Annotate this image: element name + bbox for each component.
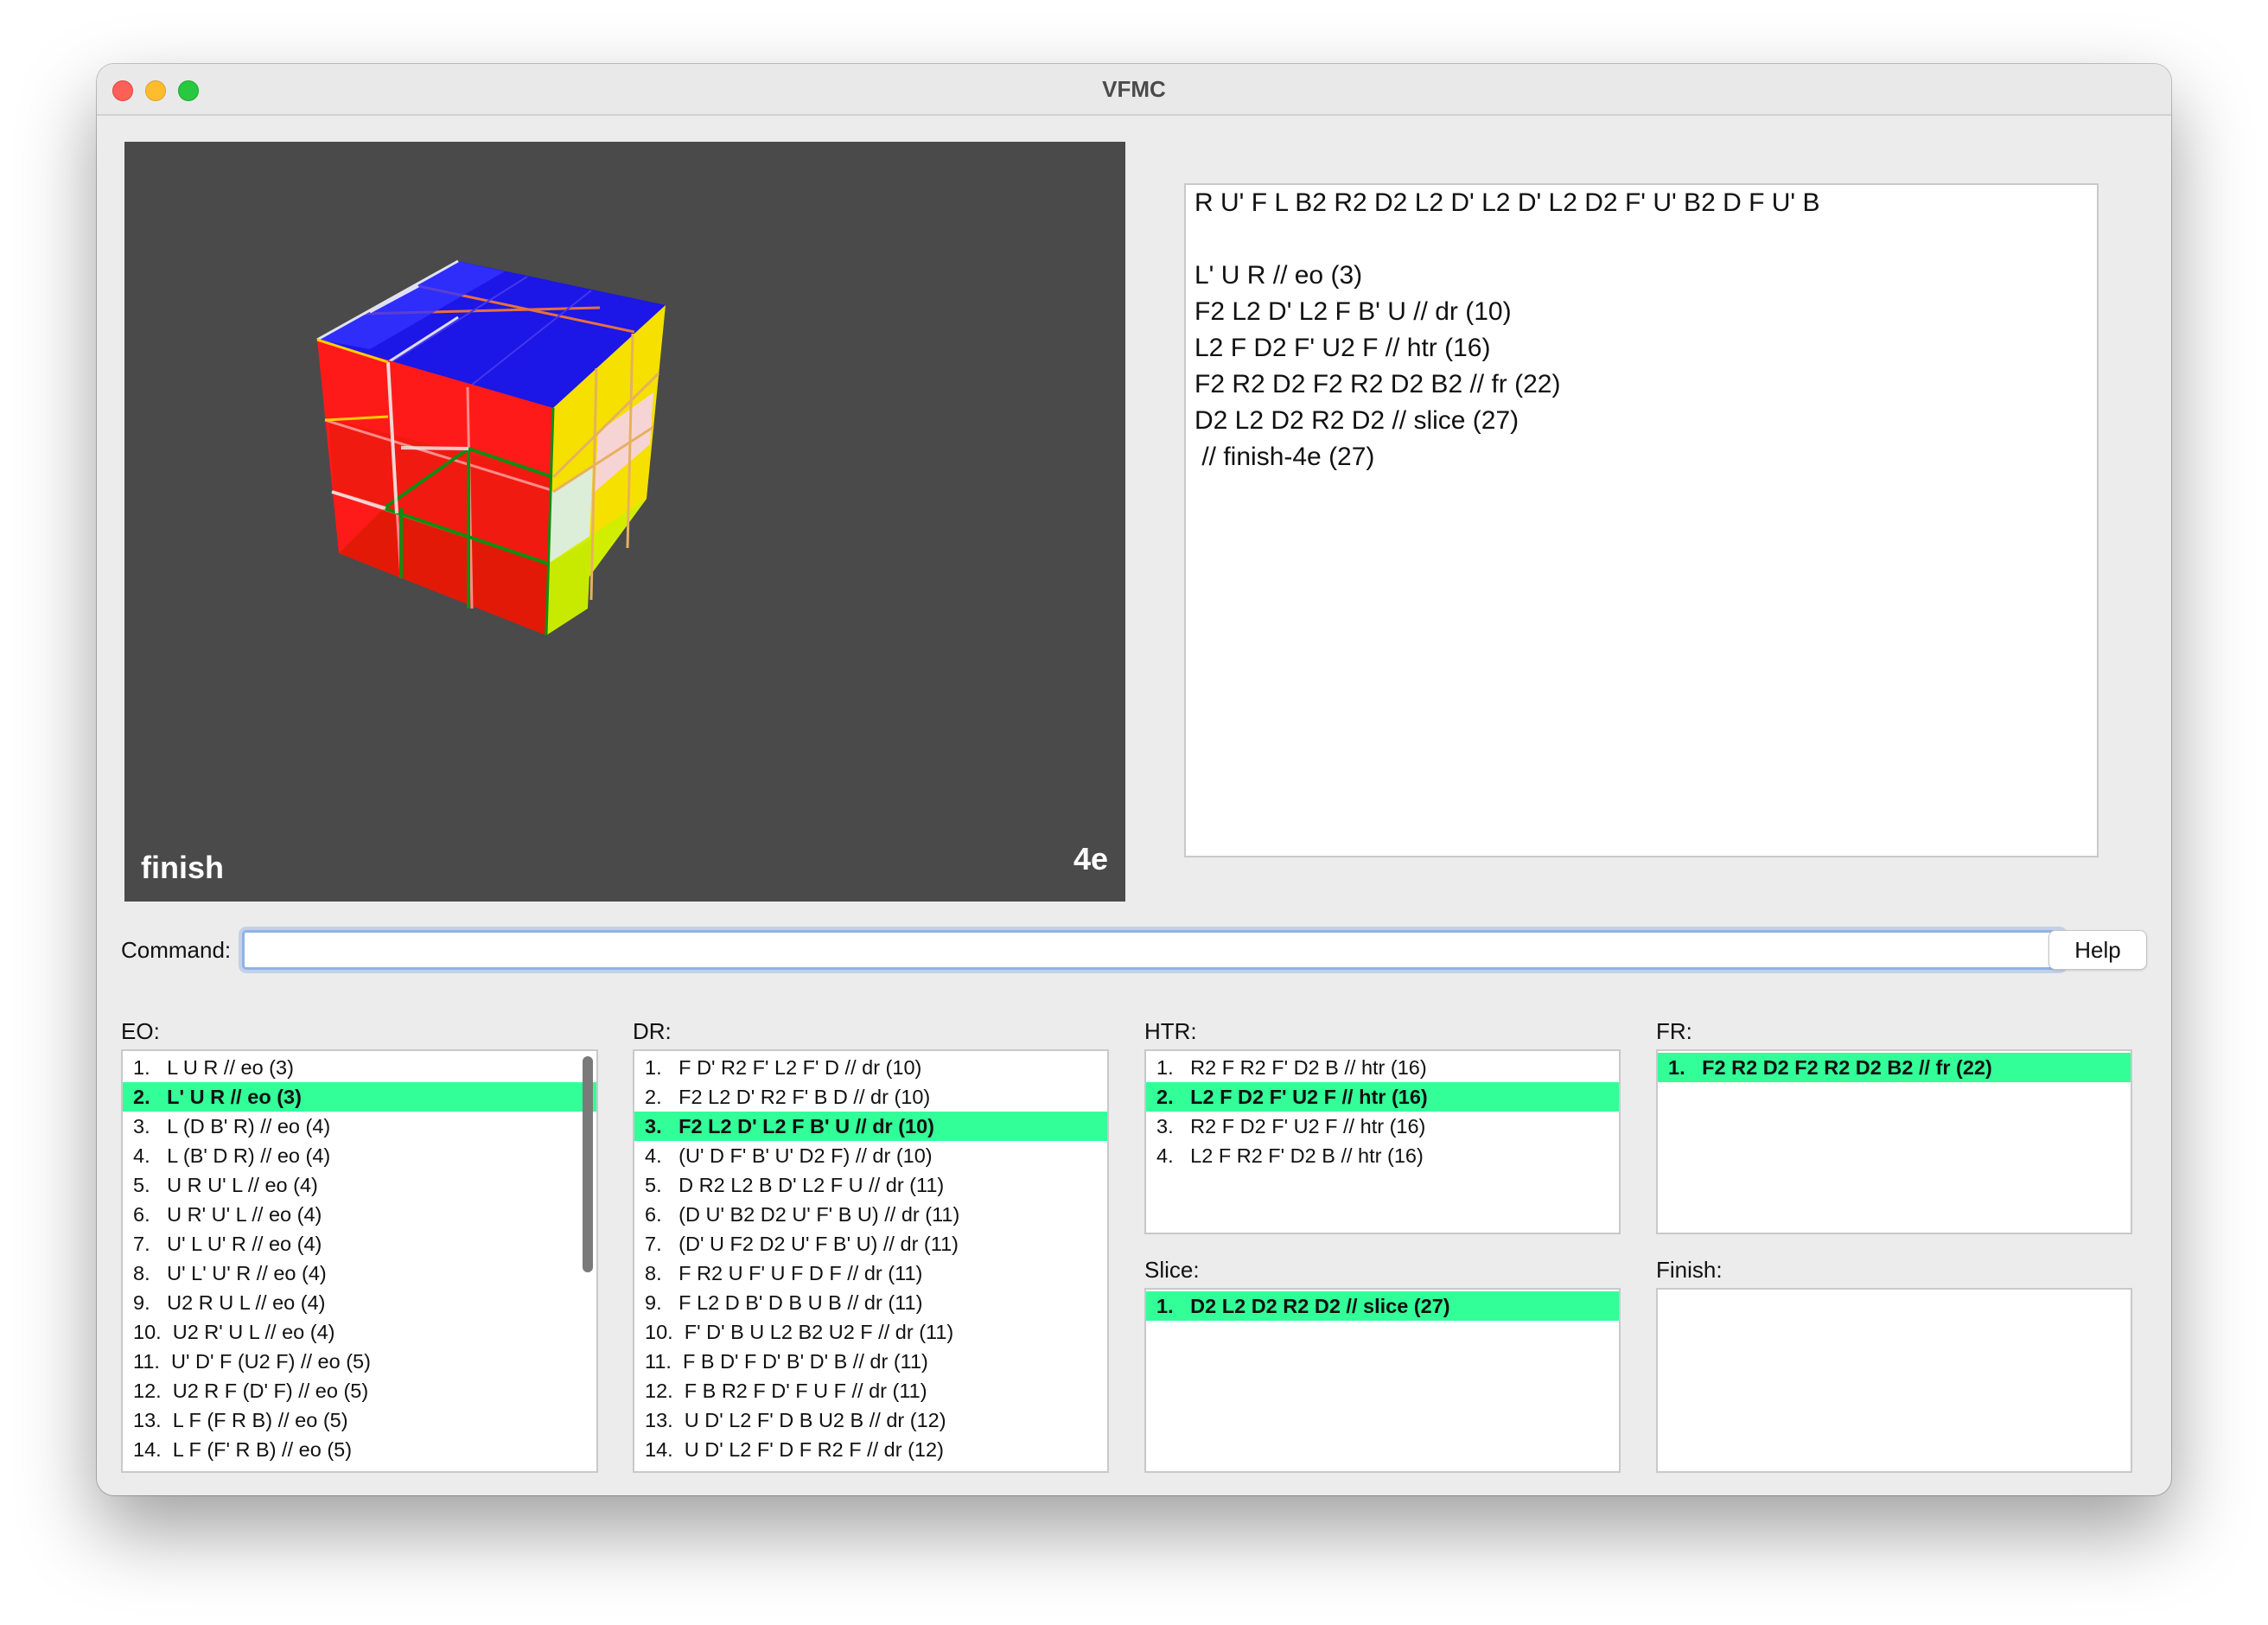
dr-list-item[interactable]: 10. F' D' B U L2 B2 U2 F // dr (11) [634,1317,1107,1347]
eo-list-item[interactable]: 1. L U R // eo (3) [123,1053,596,1082]
solution-line: F2 L2 D' L2 F B' U // dr (10) [1195,297,1512,326]
dr-list-item[interactable]: 5. D R2 L2 B D' L2 F U // dr (11) [634,1170,1107,1200]
htr-list-item[interactable]: 4. L2 F R2 F' D2 B // htr (16) [1146,1141,1619,1170]
step-label: finish [141,850,224,885]
htr-list-item[interactable]: 1. R2 F R2 F' D2 B // htr (16) [1146,1053,1619,1082]
finish-list[interactable] [1656,1288,2132,1473]
slice-list[interactable]: 1. D2 L2 D2 R2 D2 // slice (27) [1144,1288,1621,1473]
command-label: Command: [121,937,232,963]
eo-scrollbar[interactable] [583,1056,593,1272]
eo-list-item[interactable]: 12. U2 R F (D' F) // eo (5) [123,1376,596,1405]
dr-list-item[interactable]: 11. F B D' F D' B' D' B // dr (11) [634,1347,1107,1376]
solution-line: L2 F D2 F' U2 F // htr (16) [1195,334,1491,362]
dr-list-item[interactable]: 13. U D' L2 F' D B U2 B // dr (12) [634,1405,1107,1435]
eo-list-item[interactable]: 8. U' L' U' R // eo (4) [123,1259,596,1288]
dr-list-item[interactable]: 7. (D' U F2 D2 U' F B' U) // dr (11) [634,1229,1107,1259]
solution-line: D2 L2 D2 R2 D2 // slice (27) [1195,406,1519,435]
slice-label: Slice: [1144,1257,1200,1283]
solution-line: F2 R2 D2 F2 R2 D2 B2 // fr (22) [1195,370,1561,398]
eo-list-item[interactable]: 10. U2 R' U L // eo (4) [123,1317,596,1347]
cube-3d-view [316,259,666,636]
fr-list-item[interactable]: 1. F2 R2 D2 F2 R2 D2 B2 // fr (22) [1658,1053,2131,1082]
eo-list-item[interactable]: 9. U2 R U L // eo (4) [123,1288,596,1317]
finish-label: Finish: [1656,1257,1723,1283]
dr-list-item[interactable]: 2. F2 L2 D' R2 F' B D // dr (10) [634,1082,1107,1112]
title-bar: VFMC [97,64,2171,116]
eo-list-item[interactable]: 2. L' U R // eo (3) [123,1082,596,1112]
dr-label: DR: [633,1018,672,1044]
eo-list-item[interactable]: 5. U R U' L // eo (4) [123,1170,596,1200]
step-count-label: 4e [1073,841,1108,876]
eo-list-item[interactable]: 4. L (B' D R) // eo (4) [123,1141,596,1170]
dr-list-item[interactable]: 6. (D U' B2 D2 U' F' B U) // dr (11) [634,1200,1107,1229]
window-title: VFMC [1102,76,1166,102]
slice-list-item[interactable]: 1. D2 L2 D2 R2 D2 // slice (27) [1146,1291,1619,1321]
fr-label: FR: [1656,1018,1692,1044]
eo-list-item[interactable]: 7. U' L U' R // eo (4) [123,1229,596,1259]
htr-list-item[interactable]: 3. R2 F D2 F' U2 F // htr (16) [1146,1112,1619,1141]
eo-list-item[interactable]: 13. L F (F R B) // eo (5) [123,1405,596,1435]
htr-list-item[interactable]: 2. L2 F D2 F' U2 F // htr (16) [1146,1082,1619,1112]
dr-list-item[interactable]: 3. F2 L2 D' L2 F B' U // dr (10) [634,1112,1107,1141]
solution-line [1195,221,2097,258]
solution-line: L' U R // eo (3) [1195,261,1363,290]
eo-list-item[interactable]: 15. D U2 F (D' F) // eo (5) [123,1464,596,1471]
help-button[interactable]: Help [2048,930,2147,970]
dr-list-item[interactable]: 14. U D' L2 F' D F R2 F // dr (12) [634,1435,1107,1464]
eo-list[interactable]: 1. L U R // eo (3) 2. L' U R // eo (3) 3. … [121,1049,598,1473]
eo-list-item[interactable]: 11. U' D' F (U2 F) // eo (5) [123,1347,596,1376]
dr-list-item[interactable]: 12. F B R2 F D' F U F // dr (11) [634,1376,1107,1405]
solution-lines: R U' F L B2 R2 D2 L2 D' L2 D' L2 D2 F' U… [1195,185,2097,475]
fr-list[interactable]: 1. F2 R2 D2 F2 R2 D2 B2 // fr (22) [1656,1049,2132,1234]
dr-list-item[interactable]: 8. F R2 U F' U F D F // dr (11) [634,1259,1107,1288]
htr-list[interactable]: 1. R2 F R2 F' D2 B // htr (16) 2. L2 F D2… [1144,1049,1621,1234]
dr-list-item[interactable]: 9. F L2 D B' D B U B // dr (11) [634,1288,1107,1317]
solution-line: R U' F L B2 R2 D2 L2 D' L2 D' L2 D2 F' U… [1195,188,1820,217]
eo-label: EO: [121,1018,160,1044]
solution-line: // finish-4e (27) [1195,443,1375,471]
eo-list-item[interactable]: 3. L (D B' R) // eo (4) [123,1112,596,1141]
eo-list-item[interactable]: 14. L F (F' R B) // eo (5) [123,1435,596,1464]
dr-list-item[interactable]: 4. (U' D F' B' U' D2 F) // dr (10) [634,1141,1107,1170]
app-window: VFMC finish 4e R U' F L B2 R2 D2 L2 D' L… [97,64,2171,1495]
solution-text-area[interactable]: R U' F L B2 R2 D2 L2 D' L2 D' L2 D2 F' U… [1184,183,2099,857]
eo-list-item[interactable]: 6. U R' U' L // eo (4) [123,1200,596,1229]
htr-label: HTR: [1144,1018,1197,1044]
command-input[interactable] [242,930,2064,970]
cube-viewport[interactable]: finish 4e [124,142,1125,902]
dr-list-item[interactable]: 1. F D' R2 F' L2 F' D // dr (10) [634,1053,1107,1082]
dr-list-item[interactable]: 15. (B' D F2 B2 R' D2 B) // dr (12) [634,1464,1107,1471]
dr-list[interactable]: 1. F D' R2 F' L2 F' D // dr (10) 2. F2 L2… [633,1049,1109,1473]
